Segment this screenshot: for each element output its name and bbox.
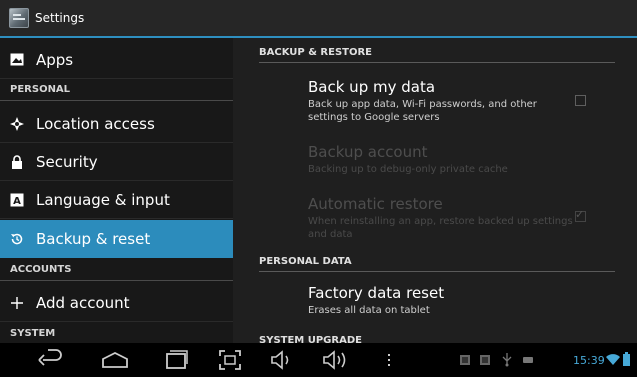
battery-icon	[623, 352, 630, 366]
sidebar-item-backup-reset[interactable]: Backup & reset	[0, 220, 233, 258]
pref-automatic-restore: Automatic restore When reinstalling an a…	[308, 195, 578, 241]
home-icon[interactable]	[101, 349, 129, 371]
pref-back-up-my-data[interactable]: Back up my data Back up app data, Wi-Fi …	[308, 78, 578, 124]
window-title: Settings	[35, 11, 85, 25]
sidebar-item-label: Language & input	[36, 190, 170, 209]
section-header-personal-data: PERSONAL DATA	[259, 252, 615, 272]
svg-text:A: A	[13, 196, 21, 207]
action-bar: Settings	[0, 0, 637, 38]
pref-summary: Back up app data, Wi-Fi passwords, and o…	[308, 99, 537, 123]
pref-summary: Backing up to debug-only private cache	[308, 164, 508, 175]
checkmark-icon: ✓	[575, 208, 585, 221]
sidebar-header-accounts: ACCOUNTS	[0, 259, 233, 281]
wifi-icon	[606, 354, 620, 365]
sidebar-item-label: Location access	[36, 114, 155, 133]
volume-down-icon[interactable]	[270, 349, 294, 371]
automatic-restore-checkbox: ✓	[575, 208, 586, 222]
location-icon	[8, 116, 26, 131]
pref-summary: Erases all data on tablet	[308, 305, 430, 316]
notification-icon[interactable]	[460, 355, 470, 365]
back-up-data-checkbox[interactable]	[575, 95, 586, 106]
pref-title: Automatic restore	[308, 195, 443, 213]
sidebar-header-system: SYSTEM	[0, 322, 233, 343]
notification-icon	[523, 357, 533, 363]
status-clock[interactable]: 15:39	[573, 354, 605, 367]
sidebar-item-label: Security	[36, 152, 98, 171]
pref-title: Backup account	[308, 143, 428, 161]
settings-detail-pane: BACKUP & RESTORE Back up my data Back up…	[233, 38, 637, 343]
recent-apps-icon[interactable]	[163, 349, 189, 371]
sidebar-item-label: Apps	[36, 50, 74, 69]
plus-icon	[8, 296, 26, 310]
back-icon[interactable]	[38, 349, 64, 371]
usb-icon	[502, 353, 512, 367]
settings-sidebar: Apps PERSONAL Location access Security A…	[0, 38, 233, 343]
section-header-backup-restore: BACKUP & RESTORE	[259, 43, 615, 63]
navigation-bar: 15:39	[0, 343, 637, 377]
pref-title: Factory data reset	[308, 284, 445, 302]
sidebar-item-label: Backup & reset	[36, 230, 151, 248]
screenshot-icon[interactable]	[218, 349, 242, 371]
apps-icon	[8, 53, 26, 66]
volume-up-icon[interactable]	[322, 349, 350, 371]
sidebar-item-label: Add account	[36, 293, 130, 312]
sidebar-header-personal: PERSONAL	[0, 79, 233, 101]
sidebar-item-add-account[interactable]: Add account	[0, 284, 233, 322]
notification-icon[interactable]	[480, 355, 490, 365]
pref-factory-data-reset[interactable]: Factory data reset Erases all data on ta…	[308, 284, 578, 317]
pref-backup-account: Backup account Backing up to debug-only …	[308, 143, 578, 176]
language-icon: A	[8, 193, 26, 207]
pref-summary: When reinstalling an app, restore backed…	[308, 216, 573, 240]
lock-icon	[8, 154, 26, 169]
sidebar-item-language-input[interactable]: A Language & input	[0, 181, 233, 219]
sidebar-item-location-access[interactable]: Location access	[0, 105, 233, 143]
menu-icon[interactable]	[385, 349, 393, 371]
sidebar-item-security[interactable]: Security	[0, 143, 233, 181]
pref-title: Back up my data	[308, 78, 436, 96]
section-header-system-upgrade: SYSTEM UPGRADE	[259, 335, 362, 343]
sidebar-item-apps[interactable]: Apps	[0, 41, 233, 79]
backup-icon	[8, 232, 26, 246]
settings-app-icon[interactable]	[9, 8, 29, 28]
